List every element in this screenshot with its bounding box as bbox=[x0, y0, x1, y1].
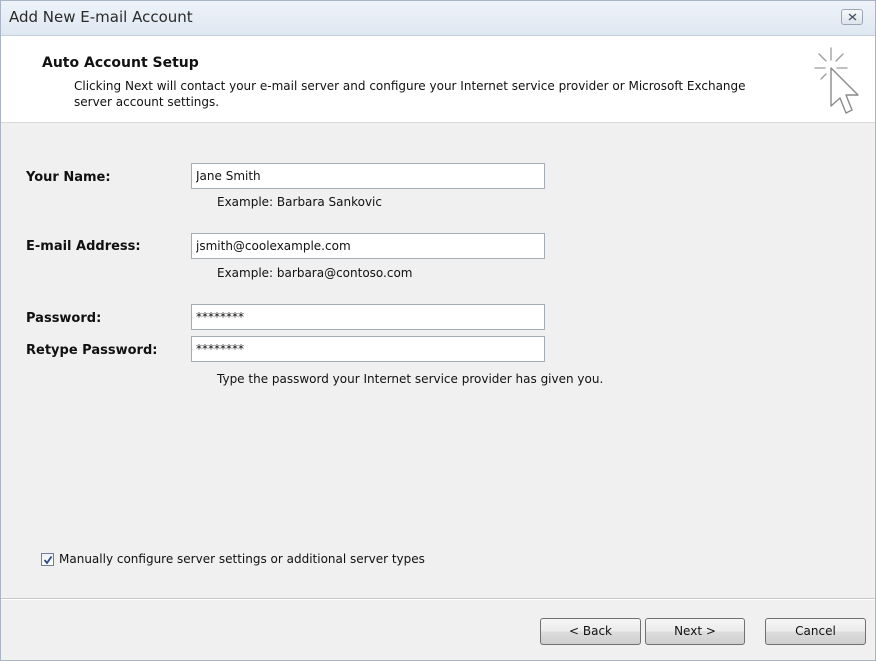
manual-config-label[interactable]: Manually configure server settings or ad… bbox=[59, 552, 425, 566]
cursor-sparkle-icon bbox=[814, 47, 859, 114]
add-email-account-dialog: Add New E-mail Account Auto Account Setu… bbox=[0, 0, 876, 661]
email-example: Example: barbara@contoso.com bbox=[217, 266, 413, 280]
password-input[interactable] bbox=[191, 304, 545, 330]
retype-password-label: Retype Password: bbox=[26, 343, 158, 358]
checkmark-icon bbox=[43, 555, 53, 565]
next-button[interactable]: Next > bbox=[645, 618, 745, 645]
manual-config-checkbox[interactable] bbox=[41, 553, 54, 566]
back-button[interactable]: < Back bbox=[540, 618, 641, 645]
email-label: E-mail Address: bbox=[26, 239, 141, 254]
password-hint: Type the password your Internet service … bbox=[217, 372, 604, 386]
email-input[interactable] bbox=[191, 233, 545, 259]
title-bar: Add New E-mail Account bbox=[1, 1, 875, 36]
retype-password-input[interactable] bbox=[191, 336, 545, 362]
name-input[interactable] bbox=[191, 163, 545, 189]
close-icon bbox=[848, 13, 857, 21]
page-description: Clicking Next will contact your e-mail s… bbox=[74, 79, 746, 109]
name-example: Example: Barbara Sankovic bbox=[217, 195, 382, 209]
password-label: Password: bbox=[26, 311, 102, 326]
window-title: Add New E-mail Account bbox=[9, 8, 193, 26]
close-button[interactable] bbox=[841, 9, 863, 25]
cancel-button[interactable]: Cancel bbox=[765, 618, 866, 645]
page-title: Auto Account Setup bbox=[42, 55, 199, 71]
header-panel: Auto Account Setup Clicking Next will co… bbox=[1, 36, 875, 123]
footer-divider bbox=[1, 598, 875, 600]
name-label: Your Name: bbox=[26, 170, 111, 185]
